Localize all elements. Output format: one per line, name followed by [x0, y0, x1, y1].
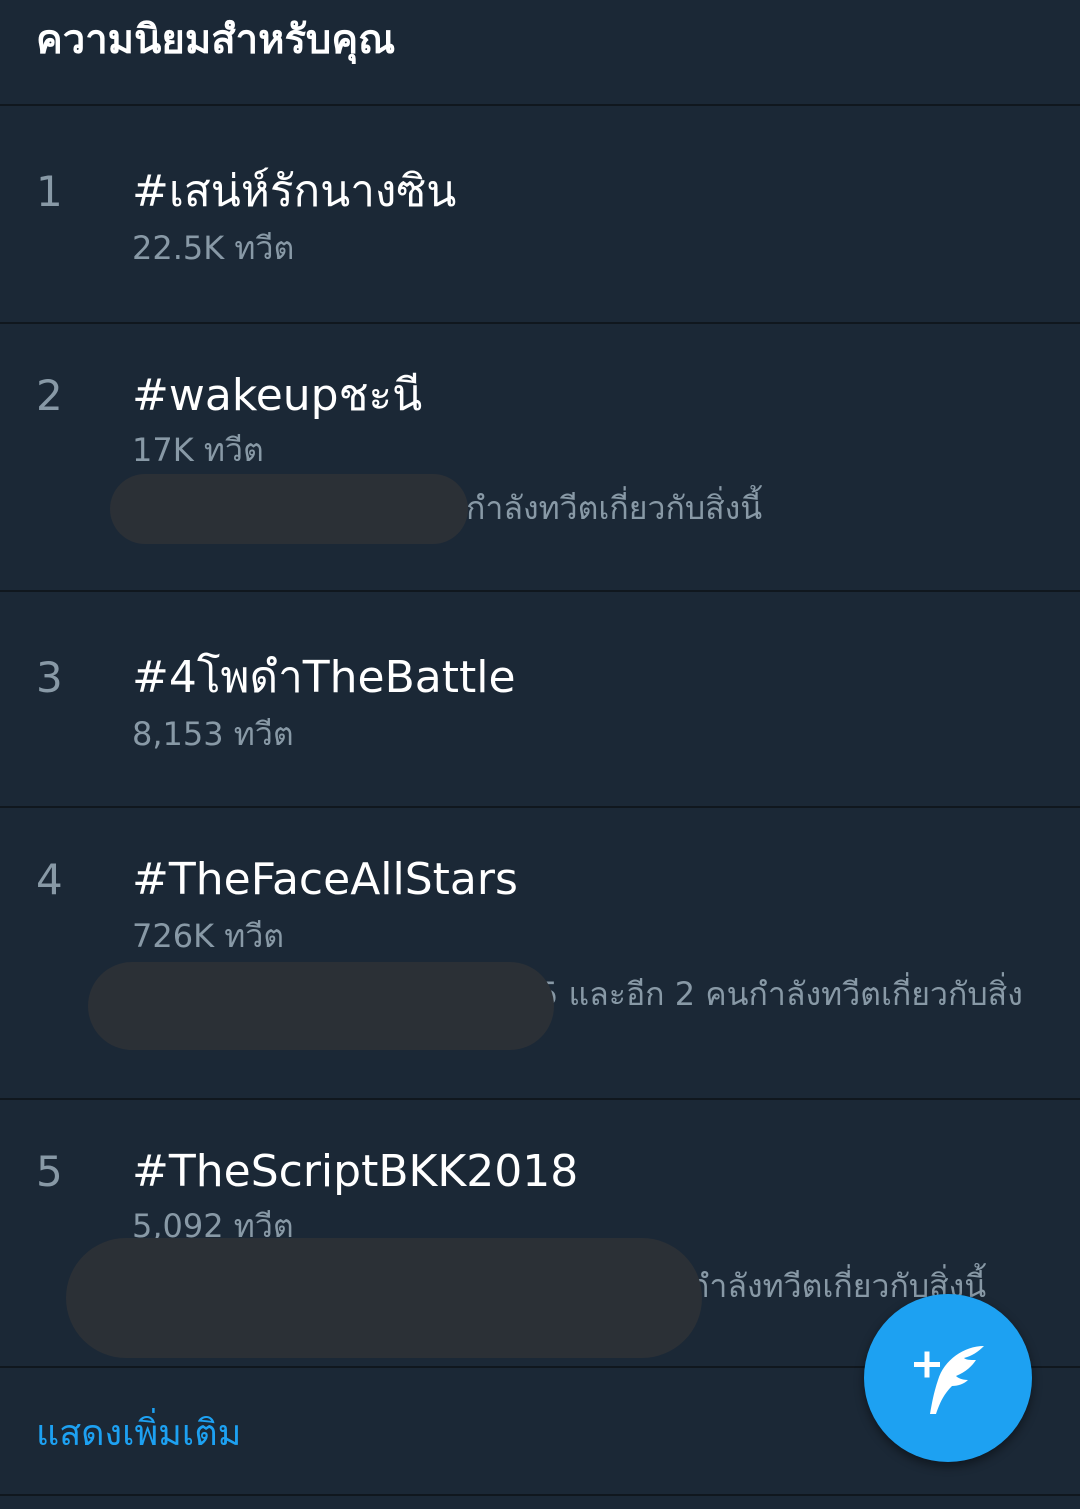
trend-item[interactable]: 2 #wakeupชะนี 17K ทวีต กำลังทวีตเกี่ยวกั… [0, 324, 1080, 592]
trend-hashtag[interactable]: #TheScriptBKK2018 [132, 1142, 578, 1202]
show-more-link[interactable]: แสดงเพิ่มเติม [36, 1408, 241, 1460]
trend-tweet-count: 22.5K ทวีต [132, 229, 295, 267]
trend-rank: 4 [36, 855, 63, 904]
trend-rank: 1 [36, 167, 63, 216]
trend-item[interactable]: 3 #4โพดำTheBattle 8,153 ทวีต [0, 592, 1080, 808]
trend-hashtag[interactable]: #4โพดำTheBattle [132, 648, 516, 708]
trend-rank: 2 [36, 371, 63, 420]
trend-tweet-count: 8,153 ทวีต [132, 715, 294, 753]
divider [0, 1494, 1080, 1496]
trend-item[interactable]: 1 #เสน่ห์รักนางซิน 22.5K ทวีต [0, 106, 1080, 324]
trend-item[interactable]: 4 #TheFaceAllStars 726K ทวีต 5 และอีก 2 … [0, 808, 1080, 1100]
redacted-area [110, 474, 468, 544]
trend-context: 5 และอีก 2 คนกำลังทวีตเกี่ยวกับสิ่ง [538, 975, 1023, 1013]
page-header: ความนิยมสำหรับคุณ [0, 0, 1080, 106]
trend-hashtag[interactable]: #wakeupชะนี [132, 366, 422, 426]
trend-rank: 5 [36, 1147, 63, 1196]
compose-feather-plus-icon [914, 1346, 984, 1414]
trend-hashtag[interactable]: #TheFaceAllStars [132, 850, 518, 910]
trend-tweet-count: 17K ทวีต [132, 431, 264, 469]
trend-hashtag[interactable]: #เสน่ห์รักนางซิน [132, 162, 456, 222]
page-title: ความนิยมสำหรับคุณ [36, 17, 396, 63]
redacted-area [66, 1238, 702, 1358]
redacted-area [88, 962, 554, 1050]
trend-tweet-count: 726K ทวีต [132, 917, 285, 955]
compose-tweet-button[interactable] [864, 1294, 1032, 1462]
trend-rank: 3 [36, 653, 63, 702]
trend-context: กำลังทวีตเกี่ยวกับสิ่งนี้ [466, 489, 763, 527]
